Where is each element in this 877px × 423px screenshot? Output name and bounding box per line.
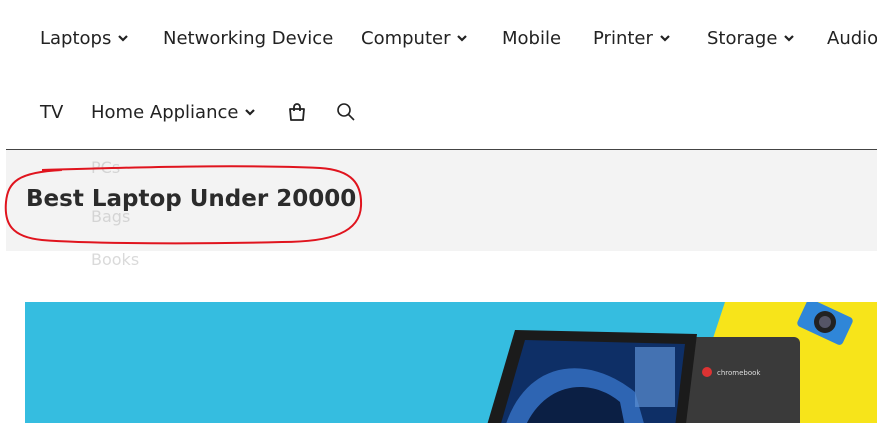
nav-item-label: Printer bbox=[593, 27, 653, 49]
laptop-banner-illustration: chromebook bbox=[25, 302, 877, 423]
hero-banner-image: chromebook bbox=[25, 302, 877, 423]
nav-item-label: Storage bbox=[707, 27, 778, 49]
chevron-down-icon bbox=[659, 32, 671, 44]
nav-item-label: Home Appliance bbox=[91, 101, 239, 123]
nav-item-label: Networking Device bbox=[163, 27, 334, 49]
nav-item-mobile[interactable]: Mobile bbox=[502, 18, 561, 58]
nav-item-label: Audio bbox=[827, 27, 877, 49]
nav-item-label: Computer bbox=[361, 27, 451, 49]
nav-item-label: Mobile bbox=[502, 27, 562, 49]
chevron-down-icon bbox=[244, 106, 256, 118]
chevron-down-icon bbox=[117, 32, 129, 44]
cart-button[interactable] bbox=[287, 92, 307, 132]
search-button[interactable] bbox=[336, 92, 356, 132]
nav-item-home-appliance[interactable]: Home Appliance bbox=[91, 92, 256, 132]
chevron-down-icon bbox=[456, 32, 468, 44]
nav-item-storage[interactable]: Storage bbox=[707, 18, 795, 58]
search-icon bbox=[337, 103, 355, 121]
shopping-bag-icon bbox=[289, 103, 305, 121]
main-nav-row-2: TV Home Appliance bbox=[0, 92, 877, 132]
laptop-logo-text: chromebook bbox=[717, 369, 761, 377]
nav-item-tv[interactable]: TV bbox=[40, 92, 63, 132]
nav-item-laptops[interactable]: Laptops bbox=[40, 18, 129, 58]
chevron-down-icon bbox=[783, 32, 795, 44]
nav-item-label: TV bbox=[40, 101, 64, 123]
main-nav-row-1: Laptops Networking Device Computer Mobil… bbox=[0, 18, 877, 58]
annotation-oval bbox=[4, 165, 363, 245]
nav-item-printer[interactable]: Printer bbox=[593, 18, 671, 58]
nav-item-audio[interactable]: Audio bbox=[827, 18, 877, 58]
nav-item-label: Laptops bbox=[40, 27, 112, 49]
ghost-menu-item: Books bbox=[91, 250, 140, 269]
nav-item-computer[interactable]: Computer bbox=[361, 18, 468, 58]
nav-item-networking-device[interactable]: Networking Device bbox=[163, 18, 333, 58]
